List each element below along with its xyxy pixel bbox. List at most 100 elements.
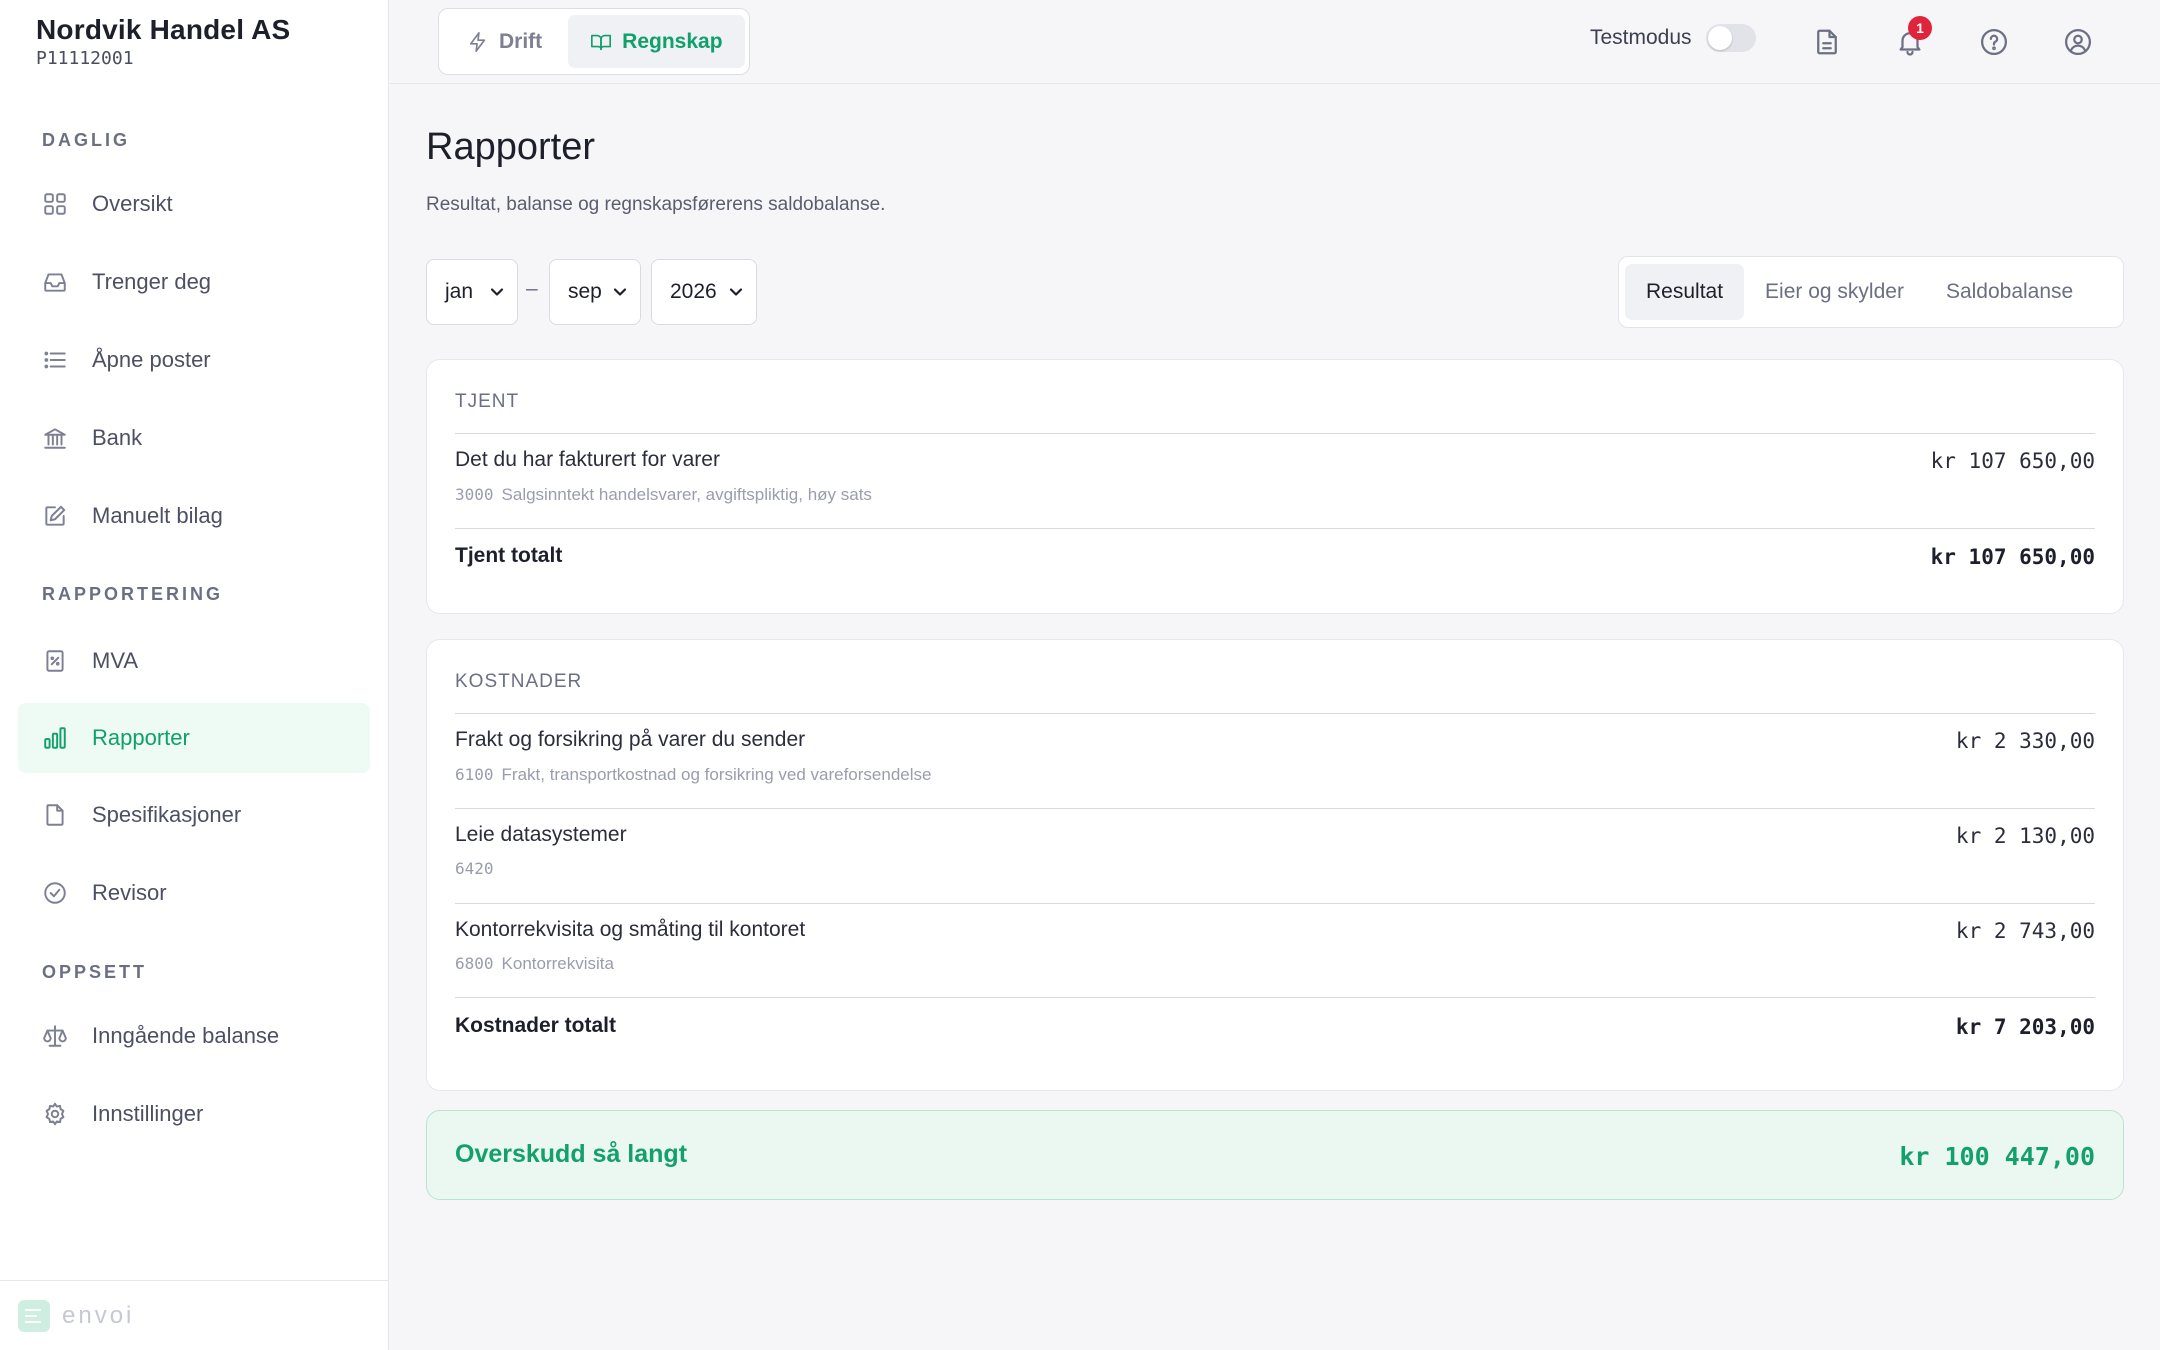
costs-total-label: Kostnader totalt bbox=[455, 1014, 617, 1037]
mode-regnskap-button[interactable]: Regnskap bbox=[568, 15, 745, 68]
document-icon bbox=[1817, 29, 1837, 55]
sidebar-item-innstillinger[interactable]: Innstillinger bbox=[18, 1079, 370, 1149]
divider bbox=[455, 808, 2095, 809]
company-name: Nordvik Handel AS bbox=[36, 14, 291, 45]
company-header: Nordvik Handel AS P11112001 bbox=[36, 14, 290, 69]
edit-icon bbox=[42, 503, 68, 529]
income-total-label: Tjent totalt bbox=[455, 544, 563, 567]
cost-row-title: Leie datasystemer bbox=[455, 823, 627, 846]
notifications-button[interactable]: 1 bbox=[1890, 16, 1932, 62]
income-heading: TJENT bbox=[455, 391, 520, 412]
percent-document-icon bbox=[42, 648, 68, 674]
profit-amount: kr 100 447,00 bbox=[1899, 1142, 2095, 1171]
chevron-down-icon bbox=[487, 282, 507, 302]
from-month-value: jan bbox=[445, 280, 474, 303]
year-select[interactable]: 2026 bbox=[651, 259, 757, 325]
sidebar-item-label: Innstillinger bbox=[92, 1101, 204, 1126]
divider bbox=[455, 713, 2095, 714]
section-label-oppsett: OPPSETT bbox=[42, 962, 148, 982]
file-icon bbox=[42, 802, 68, 828]
help-button[interactable] bbox=[1974, 22, 2014, 62]
grid-icon bbox=[42, 191, 68, 217]
account-name: Kontorrekvisita bbox=[501, 954, 614, 973]
cost-row-account: 6100 Frakt, transportkostnad og forsikrin… bbox=[455, 765, 931, 785]
sidebar-item-label: Oversikt bbox=[92, 191, 173, 216]
account-number: 3000 bbox=[455, 485, 494, 504]
cost-row-amount: kr 2 743,00 bbox=[1955, 919, 2095, 943]
divider bbox=[455, 903, 2095, 904]
sidebar-item-label: Spesifikasjoner bbox=[92, 802, 242, 827]
to-month-select[interactable]: sep bbox=[549, 259, 641, 325]
year-value: 2026 bbox=[670, 280, 717, 303]
sidebar-footer: envoi bbox=[0, 1280, 389, 1350]
income-total-amount: kr 107 650,00 bbox=[1930, 545, 2095, 569]
tab-saldobalanse[interactable]: Saldobalanse bbox=[1925, 264, 2094, 320]
sidebar-item-label: Manuelt bilag bbox=[92, 503, 223, 528]
chevron-down-icon bbox=[726, 282, 746, 302]
list-icon bbox=[42, 347, 68, 373]
costs-heading: KOSTNADER bbox=[455, 671, 583, 692]
testmode-label: Testmodus bbox=[1590, 26, 1692, 49]
cost-row-amount: kr 2 130,00 bbox=[1955, 824, 2095, 848]
cost-row-account: 6420 bbox=[455, 859, 502, 879]
sidebar-item-label: Inngående balanse bbox=[92, 1023, 280, 1048]
sidebar: Nordvik Handel AS P11112001 DAGLIG Overs… bbox=[0, 0, 389, 1350]
sidebar-item-mva[interactable]: MVA bbox=[18, 626, 370, 696]
tab-resultat[interactable]: Resultat bbox=[1625, 264, 1745, 320]
sidebar-item-trenger-deg[interactable]: Trenger deg bbox=[18, 247, 370, 317]
cost-row-title: Frakt og forsikring på varer du sender bbox=[455, 728, 806, 751]
sidebar-item-label: Bank bbox=[92, 425, 143, 450]
testmode-control: Testmodus bbox=[1590, 24, 1756, 52]
mode-drift-button[interactable]: Drift bbox=[445, 15, 564, 68]
costs-card: KOSTNADER Frakt og forsikring på varer d… bbox=[426, 639, 2124, 1091]
account-number: 6420 bbox=[455, 859, 494, 878]
from-month-select[interactable]: jan bbox=[426, 259, 518, 325]
tab-eier-og-skylder[interactable]: Eier og skylder bbox=[1744, 264, 1925, 320]
sidebar-item-spesifikasjoner[interactable]: Spesifikasjoner bbox=[18, 780, 370, 850]
envoi-logo-icon bbox=[18, 1299, 50, 1332]
inbox-icon bbox=[42, 269, 68, 295]
costs-total-amount: kr 7 203,00 bbox=[1955, 1015, 2095, 1039]
profit-label: Overskudd så langt bbox=[455, 1140, 688, 1168]
divider bbox=[455, 528, 2095, 529]
gear-icon bbox=[42, 1101, 68, 1127]
notification-badge: 1 bbox=[1908, 16, 1932, 40]
bar-chart-icon bbox=[42, 725, 68, 751]
income-row-amount: kr 107 650,00 bbox=[1930, 449, 2095, 473]
section-label-rapportering: RAPPORTERING bbox=[42, 584, 224, 604]
range-separator: – bbox=[526, 277, 538, 300]
income-card: TJENT Det du har fakturert for varer kr … bbox=[426, 359, 2124, 614]
sidebar-item-revisor[interactable]: Revisor bbox=[18, 858, 370, 928]
check-circle-icon bbox=[42, 880, 68, 906]
account-number: 6100 bbox=[455, 765, 494, 784]
to-month-value: sep bbox=[568, 280, 602, 303]
divider bbox=[455, 433, 2095, 434]
sidebar-item-inngaende-balanse[interactable]: Inngående balanse bbox=[18, 1001, 370, 1071]
sidebar-item-label: Rapporter bbox=[92, 725, 190, 750]
sidebar-item-label: Trenger deg bbox=[92, 269, 212, 294]
sidebar-item-oversikt[interactable]: Oversikt bbox=[18, 169, 370, 239]
cost-row-title: Kontorrekvisita og småting til kontoret bbox=[455, 918, 806, 941]
user-menu-button[interactable] bbox=[2058, 22, 2098, 62]
income-row-title: Det du har fakturert for varer bbox=[455, 448, 720, 471]
bank-icon bbox=[42, 425, 68, 451]
help-icon bbox=[1981, 29, 2007, 55]
divider bbox=[455, 997, 2095, 998]
footer-logo-text: envoi bbox=[62, 1301, 135, 1329]
sidebar-item-apne-poster[interactable]: Åpne poster bbox=[18, 325, 370, 395]
company-id: P11112001 bbox=[36, 48, 134, 69]
sidebar-item-bank[interactable]: Bank bbox=[18, 403, 370, 473]
user-icon bbox=[2065, 29, 2091, 55]
mode-regnskap-label: Regnskap bbox=[622, 29, 723, 53]
lightning-icon bbox=[469, 31, 486, 52]
testmode-toggle[interactable] bbox=[1705, 24, 1756, 52]
sidebar-item-label: Åpne poster bbox=[92, 347, 211, 372]
mode-drift-label: Drift bbox=[499, 29, 543, 53]
section-label-daglig: DAGLIG bbox=[42, 130, 130, 150]
sidebar-item-manuelt-bilag[interactable]: Manuelt bilag bbox=[18, 481, 370, 551]
account-name: Salgsinntekt handelsvarer, avgiftsplikti… bbox=[501, 485, 872, 504]
sidebar-item-rapporter[interactable]: Rapporter bbox=[18, 703, 370, 773]
scale-icon bbox=[42, 1023, 68, 1049]
document-icon-button[interactable] bbox=[1807, 22, 1847, 62]
sidebar-item-label: Revisor bbox=[92, 880, 167, 905]
